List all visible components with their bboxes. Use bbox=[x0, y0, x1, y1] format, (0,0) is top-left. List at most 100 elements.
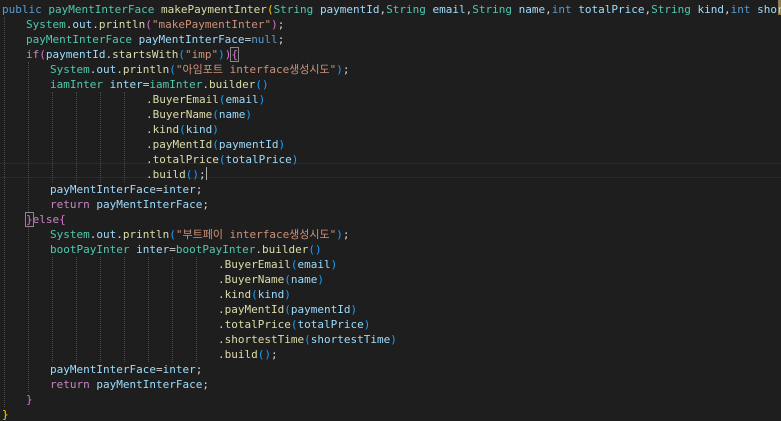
code-token: System bbox=[50, 63, 90, 76]
code-line[interactable]: .kind(kind) bbox=[146, 122, 219, 137]
code-line[interactable]: } bbox=[26, 392, 33, 407]
code-line[interactable]: .payMentId(paymentId) bbox=[218, 302, 357, 317]
code-token: int bbox=[730, 3, 751, 16]
code-line[interactable]: } bbox=[2, 407, 9, 421]
indent-guide bbox=[28, 227, 29, 392]
code-token: totalPrice bbox=[225, 153, 292, 166]
code-token: totalPrice bbox=[297, 318, 364, 331]
code-token: { bbox=[59, 213, 66, 226]
code-token: int bbox=[551, 3, 572, 16]
code-line[interactable]: bootPayInter inter=bootPayInter.builder(… bbox=[50, 242, 322, 257]
code-token: paymentId bbox=[45, 48, 106, 61]
code-line[interactable]: .kind(kind) bbox=[218, 287, 291, 302]
code-token: . bbox=[218, 273, 225, 286]
code-line[interactable]: payMentInterFace=inter; bbox=[50, 362, 202, 377]
indent-guide bbox=[148, 257, 149, 362]
code-token: println bbox=[122, 228, 170, 241]
code-token: null bbox=[251, 33, 278, 46]
code-line[interactable]: .BuyerName(name) bbox=[146, 107, 252, 122]
code-token: ; bbox=[195, 363, 203, 376]
code-line[interactable]: .build(); bbox=[218, 347, 278, 362]
code-token: BuyerEmail bbox=[152, 93, 219, 106]
code-line[interactable]: iamInter inter=iamInter.builder() bbox=[50, 77, 269, 92]
code-token: payMentInterFace bbox=[138, 33, 245, 46]
code-line[interactable]: System.out.println("부트페이 interface생성시도")… bbox=[50, 227, 350, 242]
code-line[interactable]: .build(); bbox=[146, 167, 207, 182]
code-line[interactable]: .totalPrice(totalPrice) bbox=[218, 317, 370, 332]
code-line[interactable]: if(paymentId.startsWith("imp")){ bbox=[26, 47, 239, 62]
code-token: ; bbox=[342, 63, 350, 76]
code-token: return bbox=[50, 378, 90, 391]
code-line[interactable]: payMentInterFace=inter; bbox=[50, 182, 202, 197]
code-token: ) bbox=[330, 258, 338, 271]
code-token: name bbox=[290, 273, 318, 286]
code-token: ( bbox=[284, 303, 291, 316]
code-token: builder bbox=[261, 243, 309, 256]
code-token: name bbox=[518, 3, 546, 16]
code-line[interactable]: payMentInterFace payMentInterFace=null; bbox=[26, 32, 284, 47]
indent-guide bbox=[52, 92, 53, 182]
code-token: ( bbox=[308, 243, 315, 256]
code-token: ( bbox=[255, 78, 262, 91]
code-token: out bbox=[96, 228, 117, 241]
code-token: , bbox=[724, 3, 731, 16]
code-token: totalPrice bbox=[224, 318, 291, 331]
code-token: build bbox=[224, 348, 258, 361]
code-line[interactable]: .BuyerName(name) bbox=[218, 272, 324, 287]
indent-guide bbox=[4, 17, 5, 407]
code-token: ; bbox=[342, 228, 350, 241]
code-token: ) bbox=[218, 48, 225, 61]
code-token: makePaymentInter bbox=[160, 3, 267, 16]
indent-guide bbox=[28, 62, 29, 212]
code-line[interactable]: System.out.println("아임포트 interface생성시도")… bbox=[50, 62, 350, 77]
indent-guide bbox=[100, 92, 101, 182]
code-token: inter bbox=[162, 183, 196, 196]
code-token: System bbox=[26, 18, 66, 31]
code-editor[interactable]: public payMentInterFace makePaymentInter… bbox=[0, 0, 781, 421]
code-token: shortestTime bbox=[310, 333, 391, 346]
code-token: ( bbox=[169, 228, 176, 241]
code-line[interactable]: }else{ bbox=[25, 212, 66, 227]
code-token: ( bbox=[145, 18, 152, 31]
code-token: if bbox=[26, 48, 40, 61]
code-token: . bbox=[92, 18, 99, 31]
code-line[interactable]: return payMentInterFace; bbox=[50, 197, 209, 212]
code-token: println bbox=[98, 18, 146, 31]
code-line[interactable]: .payMentId(paymentId) bbox=[146, 137, 285, 152]
code-token: email bbox=[432, 3, 466, 16]
code-line[interactable]: public payMentInterFace makePaymentInter… bbox=[2, 2, 781, 17]
code-token: ) bbox=[390, 333, 397, 346]
code-token: ) bbox=[192, 168, 199, 181]
code-token: . bbox=[146, 138, 153, 151]
code-token: . bbox=[146, 153, 153, 166]
code-line[interactable]: .BuyerEmail(email) bbox=[218, 257, 337, 272]
code-token: iamInter bbox=[149, 78, 203, 91]
indent-guide bbox=[52, 257, 53, 362]
code-line[interactable]: return payMentInterFace; bbox=[50, 377, 209, 392]
code-token: println bbox=[122, 63, 170, 76]
code-token: String bbox=[386, 3, 426, 16]
code-token: . bbox=[218, 288, 225, 301]
code-token: inter bbox=[109, 78, 143, 91]
code-line[interactable]: .BuyerEmail(email) bbox=[146, 92, 265, 107]
code-token: builder bbox=[208, 78, 256, 91]
code-token: inter bbox=[162, 363, 196, 376]
code-token: = bbox=[155, 183, 163, 196]
code-token: ; bbox=[277, 18, 285, 31]
code-token: paymentId bbox=[290, 303, 351, 316]
code-token: ) bbox=[314, 243, 322, 256]
code-token: String bbox=[273, 3, 314, 16]
code-line[interactable]: .totalPrice(totalPrice) bbox=[146, 152, 298, 167]
code-token: "아임포트 interface생성시도" bbox=[175, 63, 337, 76]
code-line[interactable]: .shortestTime(shortestTime) bbox=[218, 332, 397, 347]
code-line[interactable]: System.out.println("makePaymentInter"); bbox=[26, 17, 284, 32]
code-token: name bbox=[218, 108, 246, 121]
code-token: kind bbox=[185, 123, 213, 136]
code-token: ( bbox=[251, 288, 258, 301]
code-token: "makePaymentInter" bbox=[151, 18, 272, 31]
code-token: ) bbox=[350, 303, 358, 316]
code-token: ) bbox=[317, 273, 324, 286]
indent-guide bbox=[124, 92, 125, 182]
code-token: iamInter bbox=[50, 78, 103, 91]
